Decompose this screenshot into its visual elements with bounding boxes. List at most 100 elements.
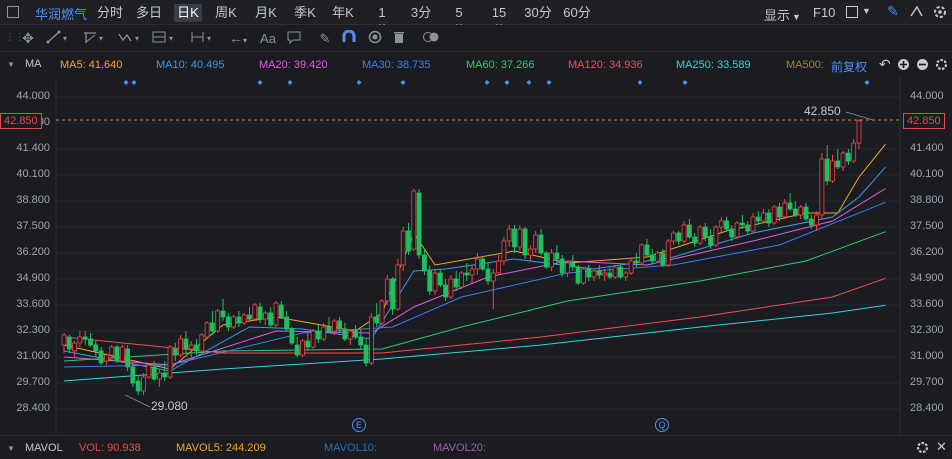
candle-body — [432, 272, 438, 292]
candle-body — [162, 372, 168, 378]
quarter-event-marker[interactable]: Q — [655, 418, 669, 432]
candle-body — [814, 214, 819, 226]
candle-body — [114, 346, 120, 362]
candle-body — [469, 268, 475, 276]
arrow-left-icon[interactable]: ←▾ — [224, 30, 252, 47]
candle-body — [596, 270, 602, 276]
crosshair-icon[interactable]: ✥ — [18, 30, 38, 47]
display-menu[interactable]: 显示 ▼ — [764, 5, 801, 24]
period-tab[interactable]: 分时 — [97, 4, 123, 22]
event-dot-icon — [400, 80, 406, 85]
event-dot-icon — [864, 80, 870, 85]
toggle-icon[interactable] — [420, 30, 442, 47]
candle-body — [559, 258, 565, 274]
candle-body — [565, 262, 570, 274]
kline-chart[interactable]: 44.00042.70041.40040.10038.80037.50036.2… — [0, 77, 952, 434]
y-tick-label: 32.300 — [16, 324, 50, 336]
candle-body — [337, 320, 343, 330]
candle-body — [798, 206, 804, 216]
candle-body — [294, 344, 300, 356]
current-price-tag-right: 42.850 — [903, 113, 945, 129]
y-tick-label: 28.400 — [910, 402, 944, 414]
period-tab[interactable]: 15分 — [486, 4, 512, 38]
period-tab[interactable]: 日K — [174, 4, 202, 22]
svg-text:▾: ▾ — [135, 34, 139, 43]
candle-body — [639, 244, 645, 264]
svg-text:▾: ▾ — [169, 34, 173, 43]
period-tab[interactable]: 年K — [331, 4, 355, 22]
candle-body — [533, 234, 539, 250]
candle-body — [708, 236, 713, 246]
ma-legend-bar: ▼ MA MA5: 41.640 MA10: 40.495 MA20: 39.420… — [0, 52, 952, 77]
period-tab[interactable]: 3分 — [410, 4, 432, 22]
candle-body — [528, 248, 533, 256]
wave-tool-icon[interactable]: ▾ — [116, 30, 144, 47]
ma-value: MA5: 41.640 — [60, 59, 123, 71]
indicator-label[interactable]: MA — [25, 58, 42, 70]
settings-icon[interactable] — [935, 58, 948, 74]
y-tick-label: 41.400 — [910, 142, 944, 154]
collapse-chevron-icon[interactable]: ▼ — [7, 444, 15, 453]
magnet-icon[interactable] — [340, 29, 358, 47]
high-price-label: 42.850 — [804, 104, 841, 118]
adjust-mode[interactable]: 前复权 — [831, 58, 867, 75]
fib-tool-icon[interactable]: ▾ — [150, 30, 178, 47]
period-tab[interactable]: 周K — [214, 4, 238, 22]
earnings-event-marker[interactable]: E — [352, 418, 366, 432]
eye-icon[interactable] — [366, 30, 384, 47]
candle-body — [443, 284, 449, 298]
event-dot-icon — [356, 80, 362, 85]
line-tool-icon[interactable]: ▾ — [44, 30, 72, 47]
trash-icon[interactable] — [390, 30, 408, 47]
period-tab[interactable]: 季K — [293, 4, 317, 22]
text-tool[interactable]: Aa — [258, 30, 278, 47]
current-price-tag-left: 42.850 — [0, 113, 42, 129]
candle-body — [220, 310, 226, 318]
collapse-chevron-icon[interactable]: ▼ — [7, 60, 15, 69]
candle-body — [183, 338, 189, 350]
event-dot-icon — [131, 80, 137, 85]
layout-toggle-icon[interactable] — [7, 6, 19, 18]
period-tab[interactable]: 30分 — [524, 4, 552, 22]
candle-body — [718, 220, 724, 228]
period-tab[interactable]: 月K — [254, 4, 278, 22]
font-size-icon[interactable] — [908, 4, 924, 23]
y-tick-label: 34.900 — [910, 272, 944, 284]
y-tick-label: 36.200 — [16, 246, 50, 258]
settings-icon[interactable] — [916, 441, 929, 457]
period-tab[interactable]: 1分 — [372, 4, 392, 38]
period-tab[interactable]: 5分 — [449, 4, 469, 38]
stock-name[interactable]: 华润燃气 — [35, 4, 87, 23]
volume-indicator-label[interactable]: MAVOL — [25, 441, 63, 455]
close-icon[interactable]: ✕ — [936, 439, 947, 455]
candle-body — [634, 260, 639, 264]
channel-tool-icon[interactable]: ▾ — [80, 30, 108, 47]
candle-body — [178, 338, 184, 356]
period-tab[interactable]: 多日 — [136, 4, 162, 22]
candle-body — [88, 338, 93, 346]
minus-circle-icon[interactable] — [916, 58, 929, 74]
undo-icon[interactable]: ↶ — [879, 56, 891, 73]
comment-icon[interactable] — [285, 30, 303, 47]
chevron-down-icon[interactable]: ▼ — [862, 6, 871, 16]
period-tab[interactable]: 60分 — [563, 4, 591, 22]
square-icon[interactable] — [846, 6, 858, 18]
kline-chart-svg — [55, 77, 901, 434]
candle-body — [125, 348, 130, 368]
candle-body — [284, 316, 290, 330]
candle-body — [755, 216, 761, 222]
candle-body — [427, 270, 433, 292]
candle-body — [745, 224, 751, 232]
eraser-pen-icon[interactable]: ✎ — [316, 30, 334, 47]
candle-body — [570, 262, 576, 268]
plus-circle-icon[interactable] — [897, 58, 910, 74]
candle-body — [538, 234, 544, 254]
candle-body — [257, 306, 263, 320]
f10-button[interactable]: F10 — [813, 5, 835, 20]
pen-icon[interactable]: ✎ — [887, 3, 899, 20]
settings-icon[interactable] — [932, 4, 948, 23]
measure-tool-icon[interactable]: ▾ — [188, 30, 216, 47]
candle-body — [331, 320, 337, 332]
mavol20-value: MAVOL20: — [433, 442, 486, 454]
ma-value: MA60: 37.266 — [466, 59, 535, 71]
